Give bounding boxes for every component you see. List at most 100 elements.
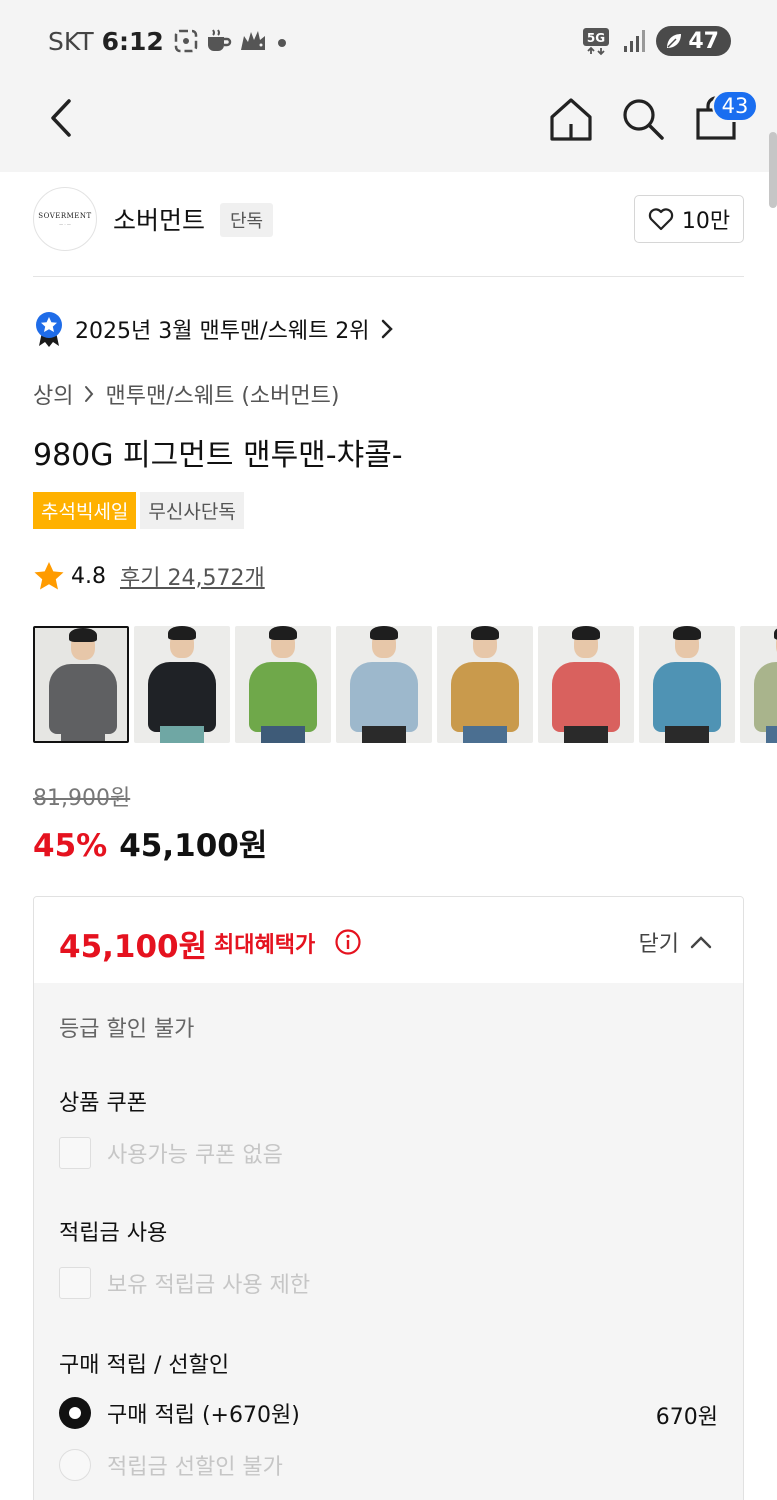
color-thumbnail-sage[interactable] <box>740 626 777 743</box>
color-thumbnail-sky-blue[interactable] <box>336 626 432 743</box>
original-price: 81,900원 <box>33 786 131 811</box>
thumbnail-model-hair <box>168 626 196 640</box>
dot-icon <box>278 39 286 47</box>
scrollbar[interactable] <box>769 132 777 208</box>
thumbnail-pants <box>261 726 305 743</box>
brand-name[interactable]: 소버먼트 <box>113 201 205 237</box>
back-button[interactable] <box>40 98 80 138</box>
ranking-text: 2025년 3월 맨투맨/스웨트 2위 <box>75 319 370 344</box>
thumbnail-sweatshirt <box>249 662 317 732</box>
battery-level: 47 <box>688 28 719 54</box>
thumbnail-pants <box>564 726 608 743</box>
thumbnail-model-hair <box>572 626 600 640</box>
color-thumbnail-teal-blue[interactable] <box>639 626 735 743</box>
rating-row: 4.8 후기 24,572개 <box>33 560 265 592</box>
brand-logo-subline: — · — <box>59 221 71 227</box>
rating-score: 4.8 <box>71 563 106 589</box>
color-thumbnail-green[interactable] <box>235 626 331 743</box>
thumbnail-pants <box>463 726 507 743</box>
chevron-up-icon <box>690 936 712 949</box>
clock: 6:12 <box>101 27 164 56</box>
thumbnail-model-hair <box>471 626 499 640</box>
coupon-option-label: 사용가능 쿠폰 없음 <box>107 1143 283 1168</box>
sale-price: 45,100원 <box>119 828 268 864</box>
home-icon <box>550 98 592 141</box>
search-button[interactable] <box>620 96 666 146</box>
system-indicators: 5G 47 <box>582 26 731 56</box>
coupon-section-title: 상품 쿠폰 <box>59 1091 147 1116</box>
thumbnail-sweatshirt <box>451 662 519 732</box>
like-count: 10만 <box>681 209 731 234</box>
points-option-label: 보유 적립금 사용 제한 <box>107 1273 311 1298</box>
color-thumbnail-coral[interactable] <box>538 626 634 743</box>
chevron-right-icon <box>381 319 393 339</box>
thumbnail-sweatshirt <box>552 662 620 732</box>
info-icon[interactable] <box>334 928 362 960</box>
purchase-reward-radio[interactable] <box>59 1397 91 1429</box>
thumbnail-model-hair <box>673 626 701 640</box>
search-icon <box>623 99 664 140</box>
max-benefit-panel: 45,100원 최대혜택가 닫기 등급 할인 불가 상품 쿠폰 사용가능 쿠폰 … <box>33 896 744 1500</box>
thumbnail-model-hair <box>269 626 297 640</box>
home-button[interactable] <box>548 96 594 146</box>
status-carrier-time: SKT 6:12 <box>48 27 164 56</box>
divider <box>33 276 744 277</box>
discount-rate: 45% <box>33 828 108 864</box>
reviews-link[interactable]: 후기 24,572개 <box>120 560 265 592</box>
battery-indicator: 47 <box>656 26 731 56</box>
prediscount-option: 적립금 선할인 불가 <box>59 1449 283 1481</box>
points-option: 보유 적립금 사용 제한 <box>59 1267 310 1299</box>
svg-text:5G: 5G <box>587 31 605 45</box>
benefit-panel-body: 등급 할인 불가 상품 쿠폰 사용가능 쿠폰 없음 적립금 사용 보유 적립금 … <box>34 983 743 1500</box>
exclusive-badge: 단독 <box>220 203 274 237</box>
5g-signal-icon: 5G <box>583 28 610 56</box>
breadcrumb: 상의 맨투맨/스웨트 (소버먼트) <box>33 378 339 410</box>
thumbnail-sweatshirt <box>754 662 777 732</box>
brand-logo-text: SOVERMENT <box>38 211 92 220</box>
purchase-reward-label: 구매 적립 (+670원) <box>107 1403 300 1428</box>
coupon-checkbox <box>59 1137 91 1169</box>
points-section-title: 적립금 사용 <box>59 1221 168 1246</box>
collapse-button[interactable]: 닫기 <box>639 926 713 958</box>
thumbnail-sweatshirt <box>653 662 721 732</box>
collapse-label: 닫기 <box>638 932 679 957</box>
color-thumbnail-mustard[interactable] <box>437 626 533 743</box>
max-benefit-label: 최대혜택가 <box>214 933 316 958</box>
status-bar: SKT 6:12 5G 47 <box>0 0 777 84</box>
thumbnail-pants <box>61 728 105 741</box>
color-thumbnail-charcoal[interactable] <box>33 626 129 743</box>
chevron-left-icon <box>51 99 71 137</box>
thumbnail-sweatshirt <box>148 662 216 732</box>
thumbnail-pants <box>160 726 204 743</box>
thumbnail-pants <box>362 726 406 743</box>
color-thumbnails <box>33 626 777 743</box>
thumbnail-sweatshirt <box>49 664 117 734</box>
notification-icons <box>173 28 289 54</box>
thumbnail-model-hair <box>69 628 97 642</box>
color-thumbnail-black[interactable] <box>134 626 230 743</box>
prediscount-label: 적립금 선할인 불가 <box>107 1455 283 1480</box>
purchase-section-title: 구매 적립 / 선할인 <box>59 1353 230 1378</box>
cart-count-badge: 43 <box>712 90 758 122</box>
chevron-right-icon <box>85 386 94 402</box>
cell-signal-icon <box>624 30 646 52</box>
purchase-reward-option[interactable]: 구매 적립 (+670원) <box>59 1397 300 1429</box>
brand-row: SOVERMENT — · — 소버먼트 단독 10만 <box>33 187 744 253</box>
purchase-reward-amount: 670원 <box>655 1405 718 1430</box>
breadcrumb-category[interactable]: 상의 <box>33 378 73 410</box>
ranking-link[interactable]: 2025년 3월 맨투맨/스웨트 2위 <box>33 310 394 348</box>
benefit-panel-header[interactable]: 45,100원 최대혜택가 닫기 <box>34 897 743 983</box>
prediscount-radio <box>59 1449 91 1481</box>
brand-logo[interactable]: SOVERMENT — · — <box>33 187 97 251</box>
leaf-icon <box>667 34 682 48</box>
breadcrumb-subcategory[interactable]: 맨투맨/스웨트 (소버먼트) <box>105 378 339 410</box>
product-tags: 추석빅세일 무신사단독 <box>33 492 244 529</box>
hedgehog-icon <box>241 31 265 50</box>
thumbnail-model-hair <box>370 626 398 640</box>
brand-like-button[interactable]: 10만 <box>634 195 744 243</box>
thumbnail-pants <box>766 726 777 743</box>
carrier-label: SKT <box>48 27 94 56</box>
thumbnail-pants <box>665 726 709 743</box>
sale-tag: 추석빅세일 <box>33 492 137 529</box>
coffee-icon <box>208 29 232 51</box>
